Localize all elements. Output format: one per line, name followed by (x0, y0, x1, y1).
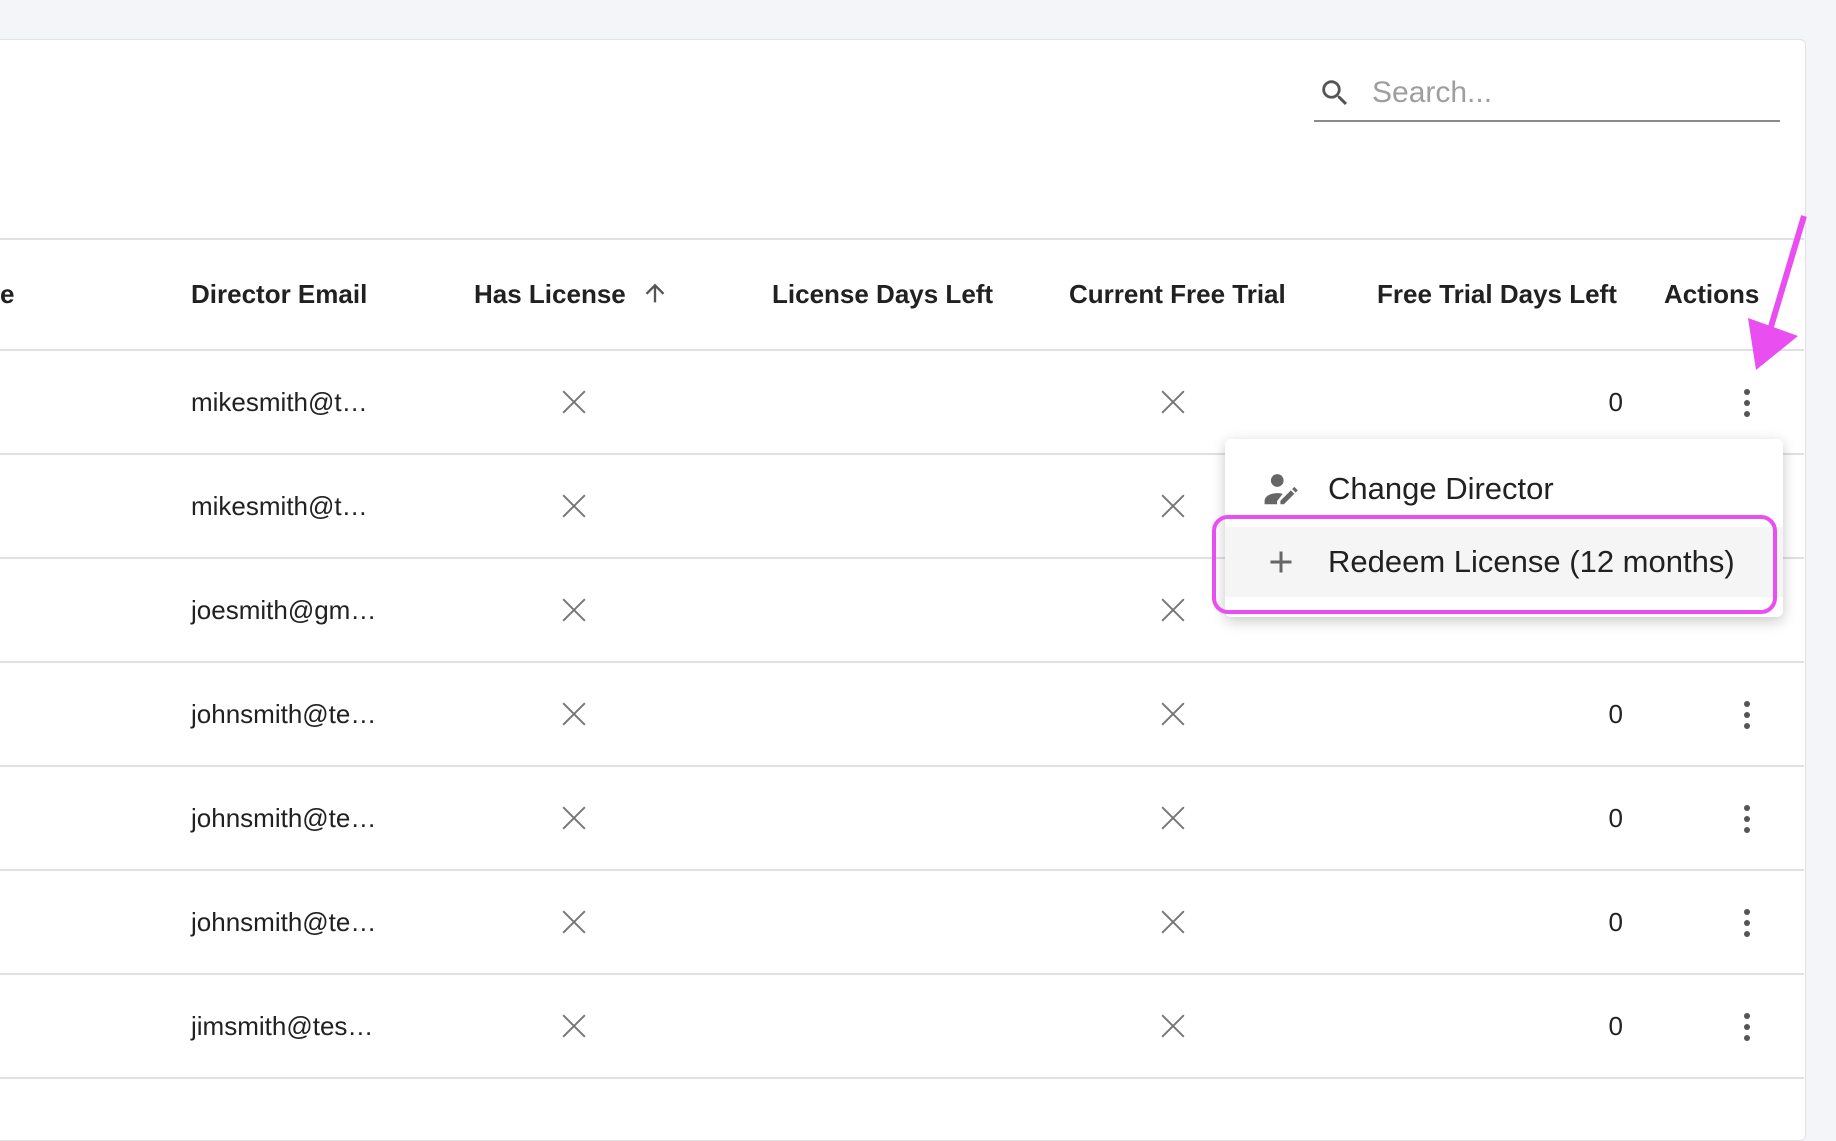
column-header-name[interactable]: e (0, 276, 14, 312)
director-email-cell: johnsmith@te… (191, 803, 377, 833)
director-email-cell: johnsmith@te… (191, 907, 377, 937)
free-trial-days-left-cell: 0 (1608, 803, 1623, 833)
row-divider (0, 661, 1804, 663)
more-vert-icon[interactable] (1742, 805, 1752, 835)
sort-ascending-icon (645, 283, 665, 303)
close-icon (1160, 909, 1186, 935)
divider (0, 238, 1804, 240)
column-header-current-free-trial[interactable]: Current Free Trial (1069, 276, 1286, 312)
close-icon (1160, 493, 1186, 519)
search-field[interactable] (1314, 64, 1780, 122)
annotation-arrow (1748, 215, 1807, 370)
more-vert-icon[interactable] (1742, 389, 1752, 419)
director-email-cell: mikesmith@t… (191, 387, 368, 417)
search-input[interactable] (1370, 70, 1774, 116)
row-divider (0, 765, 1804, 767)
column-header-label: Has License (474, 279, 626, 309)
column-header-license-days-left[interactable]: License Days Left (772, 276, 993, 312)
close-icon (561, 805, 587, 831)
more-vert-icon[interactable] (1742, 1013, 1752, 1043)
close-icon (561, 701, 587, 727)
column-header-director-email[interactable]: Director Email (191, 276, 367, 312)
close-icon (561, 389, 587, 415)
director-email-cell: johnsmith@te… (191, 699, 377, 729)
more-vert-icon[interactable] (1742, 909, 1752, 939)
close-icon (561, 909, 587, 935)
row-divider (0, 1077, 1804, 1079)
close-icon (561, 1013, 587, 1039)
director-email-cell: jimsmith@tes… (191, 1011, 374, 1041)
menu-item-label: Change Director (1328, 471, 1554, 506)
free-trial-days-left-cell: 0 (1608, 699, 1623, 729)
free-trial-days-left-cell: 0 (1608, 907, 1623, 937)
row-divider (0, 869, 1804, 871)
close-icon (1160, 389, 1186, 415)
search-icon (1322, 80, 1348, 106)
close-icon (1160, 701, 1186, 727)
close-icon (561, 597, 587, 623)
column-header-free-trial-days-left[interactable]: Free Trial Days Left (1377, 276, 1617, 312)
free-trial-days-left-cell: 0 (1608, 387, 1623, 417)
column-header-has-license[interactable]: Has License (474, 276, 669, 312)
annotation-highlight-box (1212, 515, 1777, 614)
close-icon (1160, 597, 1186, 623)
director-email-cell: joesmith@gm… (191, 595, 377, 625)
row-divider (0, 973, 1804, 975)
more-vert-icon[interactable] (1742, 701, 1752, 731)
menu-item-change-director[interactable]: Change Director (1225, 454, 1783, 524)
close-icon (1160, 1013, 1186, 1039)
free-trial-days-left-cell: 0 (1608, 1011, 1623, 1041)
close-icon (1160, 805, 1186, 831)
person-edit-icon (1264, 474, 1298, 505)
close-icon (561, 493, 587, 519)
director-email-cell: mikesmith@t… (191, 491, 368, 521)
divider (0, 349, 1804, 351)
